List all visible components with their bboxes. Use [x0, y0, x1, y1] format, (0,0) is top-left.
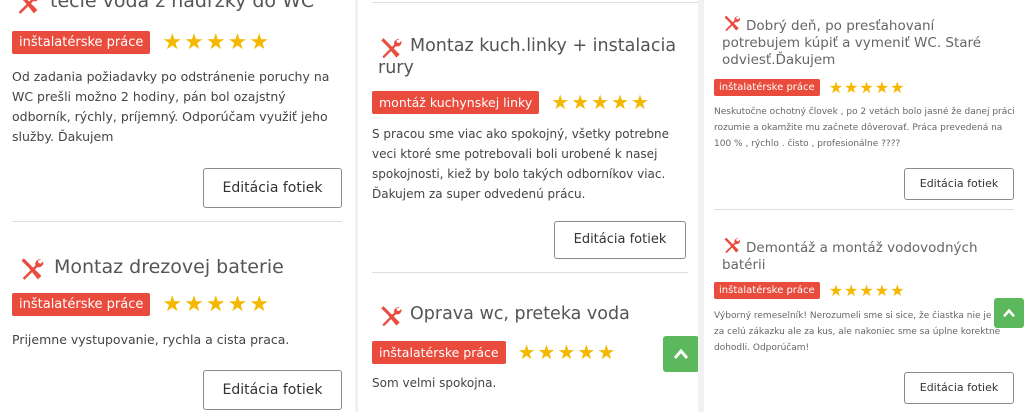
star-icon: ★ — [205, 30, 226, 55]
star-icon: ★ — [597, 340, 616, 364]
review-card: Oprava wc, preteka voda — [378, 304, 688, 330]
review-text: Prijemne vystupovanie, rychla a cista pr… — [12, 332, 290, 347]
star-icon: ★ — [859, 78, 874, 97]
review-title: Montaz kuch.linky + instalacia rury — [378, 36, 678, 80]
edit-photos-button[interactable]: Editácia fotiek — [203, 370, 342, 410]
edit-photos-button[interactable]: Editácia fotiek — [554, 221, 686, 259]
rating-stars: ★ ★ ★ ★ ★ — [828, 281, 905, 300]
review-title: Dobrý deň, po presťahovaní potrebujem kú… — [722, 14, 1012, 69]
rating-stars: ★ ★ ★ ★ ★ — [828, 78, 905, 97]
review-title: Demontáž a montáž vodovodných batérii — [722, 236, 1012, 274]
review-title: tečie voda z nádržky do WC — [14, 0, 344, 18]
review-card: Demontáž a montáž vodovodných batérii — [722, 236, 1012, 274]
chevron-up-icon — [673, 348, 689, 359]
review-text: Výborný remeselník! Nerozumeli sme si si… — [714, 311, 1001, 353]
star-icon: ★ — [537, 340, 556, 364]
review-card: Montaz kuch.linky + instalacia rury — [378, 36, 678, 80]
star-icon: ★ — [227, 30, 248, 55]
review-column-3: Dobrý deň, po presťahovaní potrebujem kú… — [704, 0, 1024, 412]
review-title: Montaz drezovej baterie — [18, 256, 348, 284]
divider — [12, 221, 342, 222]
category-badge: inštalatérske práce — [714, 79, 820, 96]
review-meta: inštalatérske práce ★ ★ ★ ★ ★ — [372, 340, 692, 364]
star-icon: ★ — [551, 90, 570, 114]
review-meta: inštalatérske práce ★ ★ ★ ★ ★ — [714, 281, 1014, 300]
rating-stars: ★ ★ ★ ★ ★ — [160, 30, 269, 55]
review-meta: inštalatérske práce ★ ★ ★ ★ ★ — [12, 292, 342, 317]
edit-photos-button[interactable]: Editácia fotiek — [904, 372, 1014, 404]
review-meta: inštalatérske práce ★ ★ ★ ★ ★ — [12, 30, 342, 55]
review-title-text: Montaz drezovej baterie — [54, 256, 284, 278]
scroll-to-top-button[interactable] — [994, 298, 1024, 328]
category-badge: inštalatérske práce — [372, 340, 506, 364]
review-title-value: Demontáž a montáž vodovodných batérii — [722, 240, 978, 273]
review-title-text: Oprava wc, preteka voda — [410, 304, 630, 324]
divider — [714, 209, 1014, 210]
chevron-up-icon — [1003, 308, 1015, 318]
review-text: Od zadania požiadavky po odstránenie por… — [12, 69, 330, 144]
star-icon: ★ — [249, 30, 270, 55]
star-icon: ★ — [227, 292, 248, 317]
review-meta: montáž kuchynskej linky ★ ★ ★ ★ ★ — [372, 90, 692, 114]
star-icon: ★ — [249, 292, 270, 317]
edit-photos-button[interactable]: Editácia fotiek — [203, 168, 342, 208]
review-card: Montaz drezovej baterie — [18, 256, 348, 284]
review-title-text: Dobrý deň, po presťahovaní potrebujem kú… — [722, 14, 1012, 69]
star-icon: ★ — [162, 30, 183, 55]
scroll-to-top-button[interactable] — [663, 336, 698, 372]
review-text: S pracou sme viac ako spokojný, všetky p… — [372, 127, 670, 201]
star-icon: ★ — [205, 292, 226, 317]
edit-photos-button[interactable]: Editácia fotiek — [904, 168, 1014, 200]
wrench-screwdriver-icon — [378, 304, 404, 330]
wrench-screwdriver-icon — [722, 14, 742, 34]
star-icon: ★ — [611, 90, 629, 114]
star-icon: ★ — [162, 292, 183, 317]
star-icon: ★ — [890, 281, 905, 300]
review-card: tečie voda z nádržky do WC — [14, 0, 344, 18]
star-icon: ★ — [890, 78, 905, 97]
review-title-text: Montaz kuch.linky + instalacia rury — [378, 36, 677, 78]
star-icon: ★ — [631, 90, 649, 114]
wrench-screwdriver-icon — [722, 236, 742, 256]
star-icon: ★ — [571, 90, 590, 114]
category-badge: inštalatérske práce — [12, 31, 151, 54]
category-badge: inštalatérske práce — [12, 293, 151, 316]
category-badge: inštalatérske práce — [714, 282, 820, 299]
star-icon: ★ — [828, 281, 844, 300]
star-icon: ★ — [557, 340, 576, 364]
star-icon: ★ — [591, 90, 610, 114]
divider — [372, 2, 698, 3]
rating-stars: ★ ★ ★ ★ ★ — [516, 340, 616, 364]
review-title-text: Demontáž a montáž vodovodných batérii — [722, 236, 1012, 274]
star-icon: ★ — [577, 340, 596, 364]
star-icon: ★ — [517, 340, 536, 364]
category-badge: montáž kuchynskej linky — [372, 90, 540, 114]
rating-stars: ★ ★ ★ ★ ★ — [160, 292, 269, 317]
review-column-2: Montaz kuch.linky + instalacia rury mont… — [358, 0, 698, 412]
star-icon: ★ — [859, 281, 874, 300]
star-icon: ★ — [184, 292, 204, 317]
star-icon: ★ — [184, 30, 204, 55]
star-icon: ★ — [828, 78, 844, 97]
review-title-value: Dobrý deň, po presťahovaní potrebujem kú… — [722, 18, 982, 68]
rating-stars: ★ ★ ★ ★ ★ — [549, 90, 649, 114]
divider — [372, 272, 688, 273]
star-icon: ★ — [844, 78, 859, 97]
review-title: Oprava wc, preteka voda — [378, 304, 688, 330]
star-icon: ★ — [844, 281, 859, 300]
wrench-screwdriver-icon — [18, 256, 46, 284]
review-text: Som velmi spokojna. — [372, 376, 497, 390]
star-icon: ★ — [874, 281, 890, 300]
review-card: Dobrý deň, po presťahovaní potrebujem kú… — [722, 14, 1012, 69]
wrench-screwdriver-icon — [14, 0, 42, 18]
review-title-text: tečie voda z nádržky do WC — [50, 0, 315, 12]
review-text: Neskutočne ochotný človek , po 2 vetách … — [714, 107, 1015, 149]
review-column-1: tečie voda z nádržky do WC inštalatérske… — [0, 0, 355, 412]
review-meta: inštalatérske práce ★ ★ ★ ★ ★ — [714, 78, 1014, 97]
star-icon: ★ — [874, 78, 890, 97]
